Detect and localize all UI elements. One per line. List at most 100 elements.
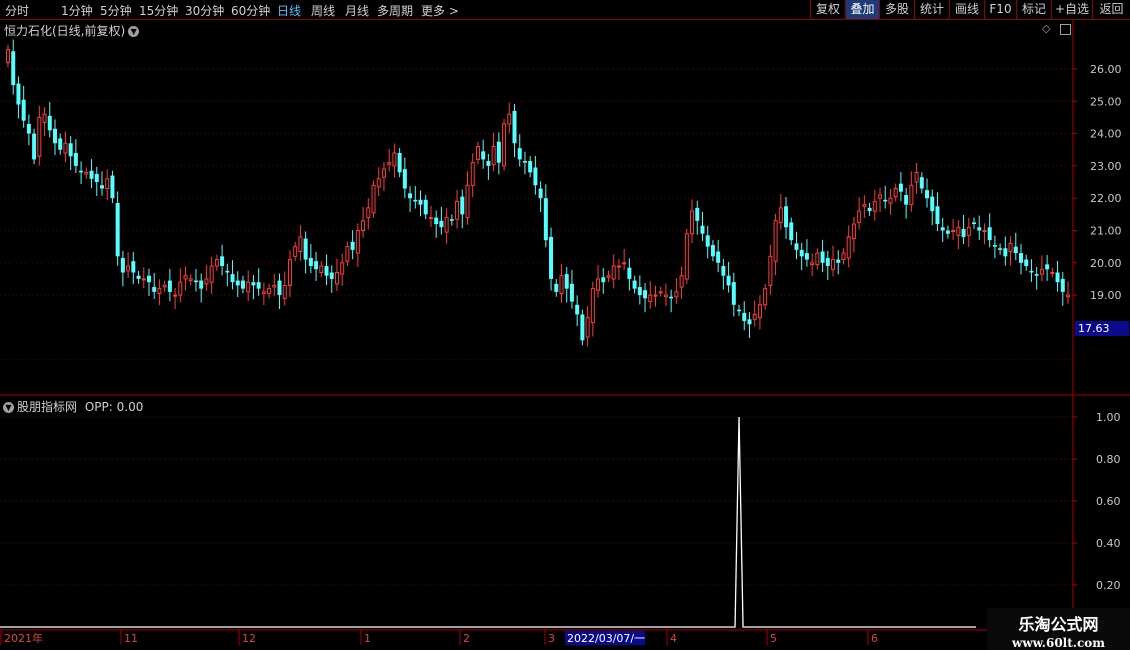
candle-body	[893, 188, 898, 198]
candle-body	[444, 217, 449, 233]
candle-body	[141, 278, 146, 281]
candle-body	[930, 196, 935, 212]
candle-body	[669, 296, 674, 299]
candle-body	[611, 265, 616, 280]
candle-body	[810, 262, 815, 265]
candle-body	[63, 142, 68, 154]
candle-body	[240, 280, 245, 289]
candle-body	[972, 222, 977, 225]
candle-body	[742, 312, 747, 321]
price-tick-label: 23.00	[1090, 160, 1122, 173]
candle-body	[564, 274, 569, 289]
candle-body	[747, 319, 752, 325]
candle-body	[303, 238, 308, 260]
candle-body	[517, 148, 522, 160]
time-axis-label: 2	[463, 632, 470, 645]
time-axis-label: 5	[770, 632, 777, 645]
candle-body	[841, 252, 846, 261]
candle-body	[152, 287, 157, 292]
time-axis-label: 1	[364, 632, 371, 645]
candle-body	[293, 246, 298, 257]
candle-body	[1003, 248, 1008, 257]
candle-body	[94, 173, 99, 183]
candle-body	[705, 235, 710, 247]
candle-body	[183, 275, 188, 280]
kline-chart[interactable]: 26.0025.0024.0023.0022.0021.0020.0019.00…	[0, 0, 1130, 650]
chevron-down-icon[interactable]: ▼	[128, 26, 140, 37]
candle-body	[763, 288, 768, 306]
candle-body	[1060, 278, 1065, 292]
candle-body	[178, 281, 183, 296]
candle-body	[773, 220, 778, 262]
indicator-tick-label: 0.60	[1096, 495, 1121, 508]
candle-body	[648, 294, 653, 303]
candle-body	[11, 51, 16, 86]
candle-body	[361, 220, 366, 231]
candle-body	[199, 280, 204, 289]
candle-body	[1024, 259, 1029, 267]
candle-body	[460, 196, 465, 215]
indicator-title[interactable]: ▼ 股朋指标网 OPP: 0.00	[3, 398, 143, 415]
candle-body	[695, 207, 700, 221]
candle-body	[1050, 271, 1055, 274]
watermark-line2: www.60lt.com	[1012, 636, 1105, 650]
candle-body	[757, 304, 762, 319]
candle-body	[998, 248, 1003, 250]
candle-body	[47, 115, 52, 131]
candle-body	[643, 290, 648, 299]
candle-body	[737, 309, 742, 312]
candle-body	[522, 161, 527, 163]
chevron-down-icon[interactable]: ▼	[3, 402, 14, 413]
candle-body	[376, 178, 381, 188]
candle-body	[193, 280, 198, 283]
candle-body	[423, 199, 428, 215]
candle-body	[710, 245, 715, 257]
candle-body	[355, 230, 360, 254]
candle-body	[872, 200, 877, 212]
candle-body	[32, 133, 37, 160]
candle-body	[961, 228, 966, 237]
price-tick-label: 21.00	[1090, 225, 1122, 238]
candle-body	[287, 259, 292, 286]
candle-body	[851, 223, 856, 240]
diamond-icon[interactable]: ◇	[1042, 22, 1050, 35]
candle-body	[784, 206, 789, 228]
candle-body	[230, 274, 235, 283]
time-axis-label: 11	[124, 632, 138, 645]
candle-body	[857, 210, 862, 223]
candle-body	[298, 236, 303, 252]
watermark-line1: 乐淘公式网	[1018, 615, 1099, 634]
candle-body	[235, 280, 240, 286]
candle-body	[1066, 294, 1070, 298]
candle-body	[731, 282, 736, 305]
time-axis-label: 12	[242, 632, 256, 645]
time-axis-label: 4	[670, 632, 677, 645]
candle-body	[79, 170, 84, 173]
candle-body	[381, 168, 386, 178]
window-toggle-icon[interactable]	[1059, 23, 1071, 35]
candle-body	[815, 252, 820, 265]
candle-body	[449, 219, 454, 221]
candle-body	[992, 245, 997, 247]
candle-body	[397, 152, 402, 173]
time-axis-label: 6	[871, 632, 878, 645]
candle-body	[663, 294, 668, 298]
candle-body	[627, 267, 632, 279]
candle-body	[371, 184, 376, 214]
indicator-tick-label: 0.40	[1096, 537, 1121, 550]
candle-body	[684, 233, 689, 280]
candle-body	[1019, 253, 1024, 263]
stock-title[interactable]: 恒力石化(日线,前复权) ▼	[4, 22, 140, 39]
candle-body	[898, 183, 903, 192]
candle-body	[42, 113, 47, 123]
candle-body	[146, 275, 151, 283]
candle-body	[679, 275, 684, 288]
candle-body	[616, 265, 621, 268]
candle-body	[26, 123, 31, 134]
candle-body	[752, 313, 757, 320]
candle-body	[940, 227, 945, 231]
candle-body	[554, 283, 559, 292]
candle-body	[481, 151, 486, 160]
candle-body	[324, 266, 329, 276]
candle-body	[73, 152, 78, 166]
